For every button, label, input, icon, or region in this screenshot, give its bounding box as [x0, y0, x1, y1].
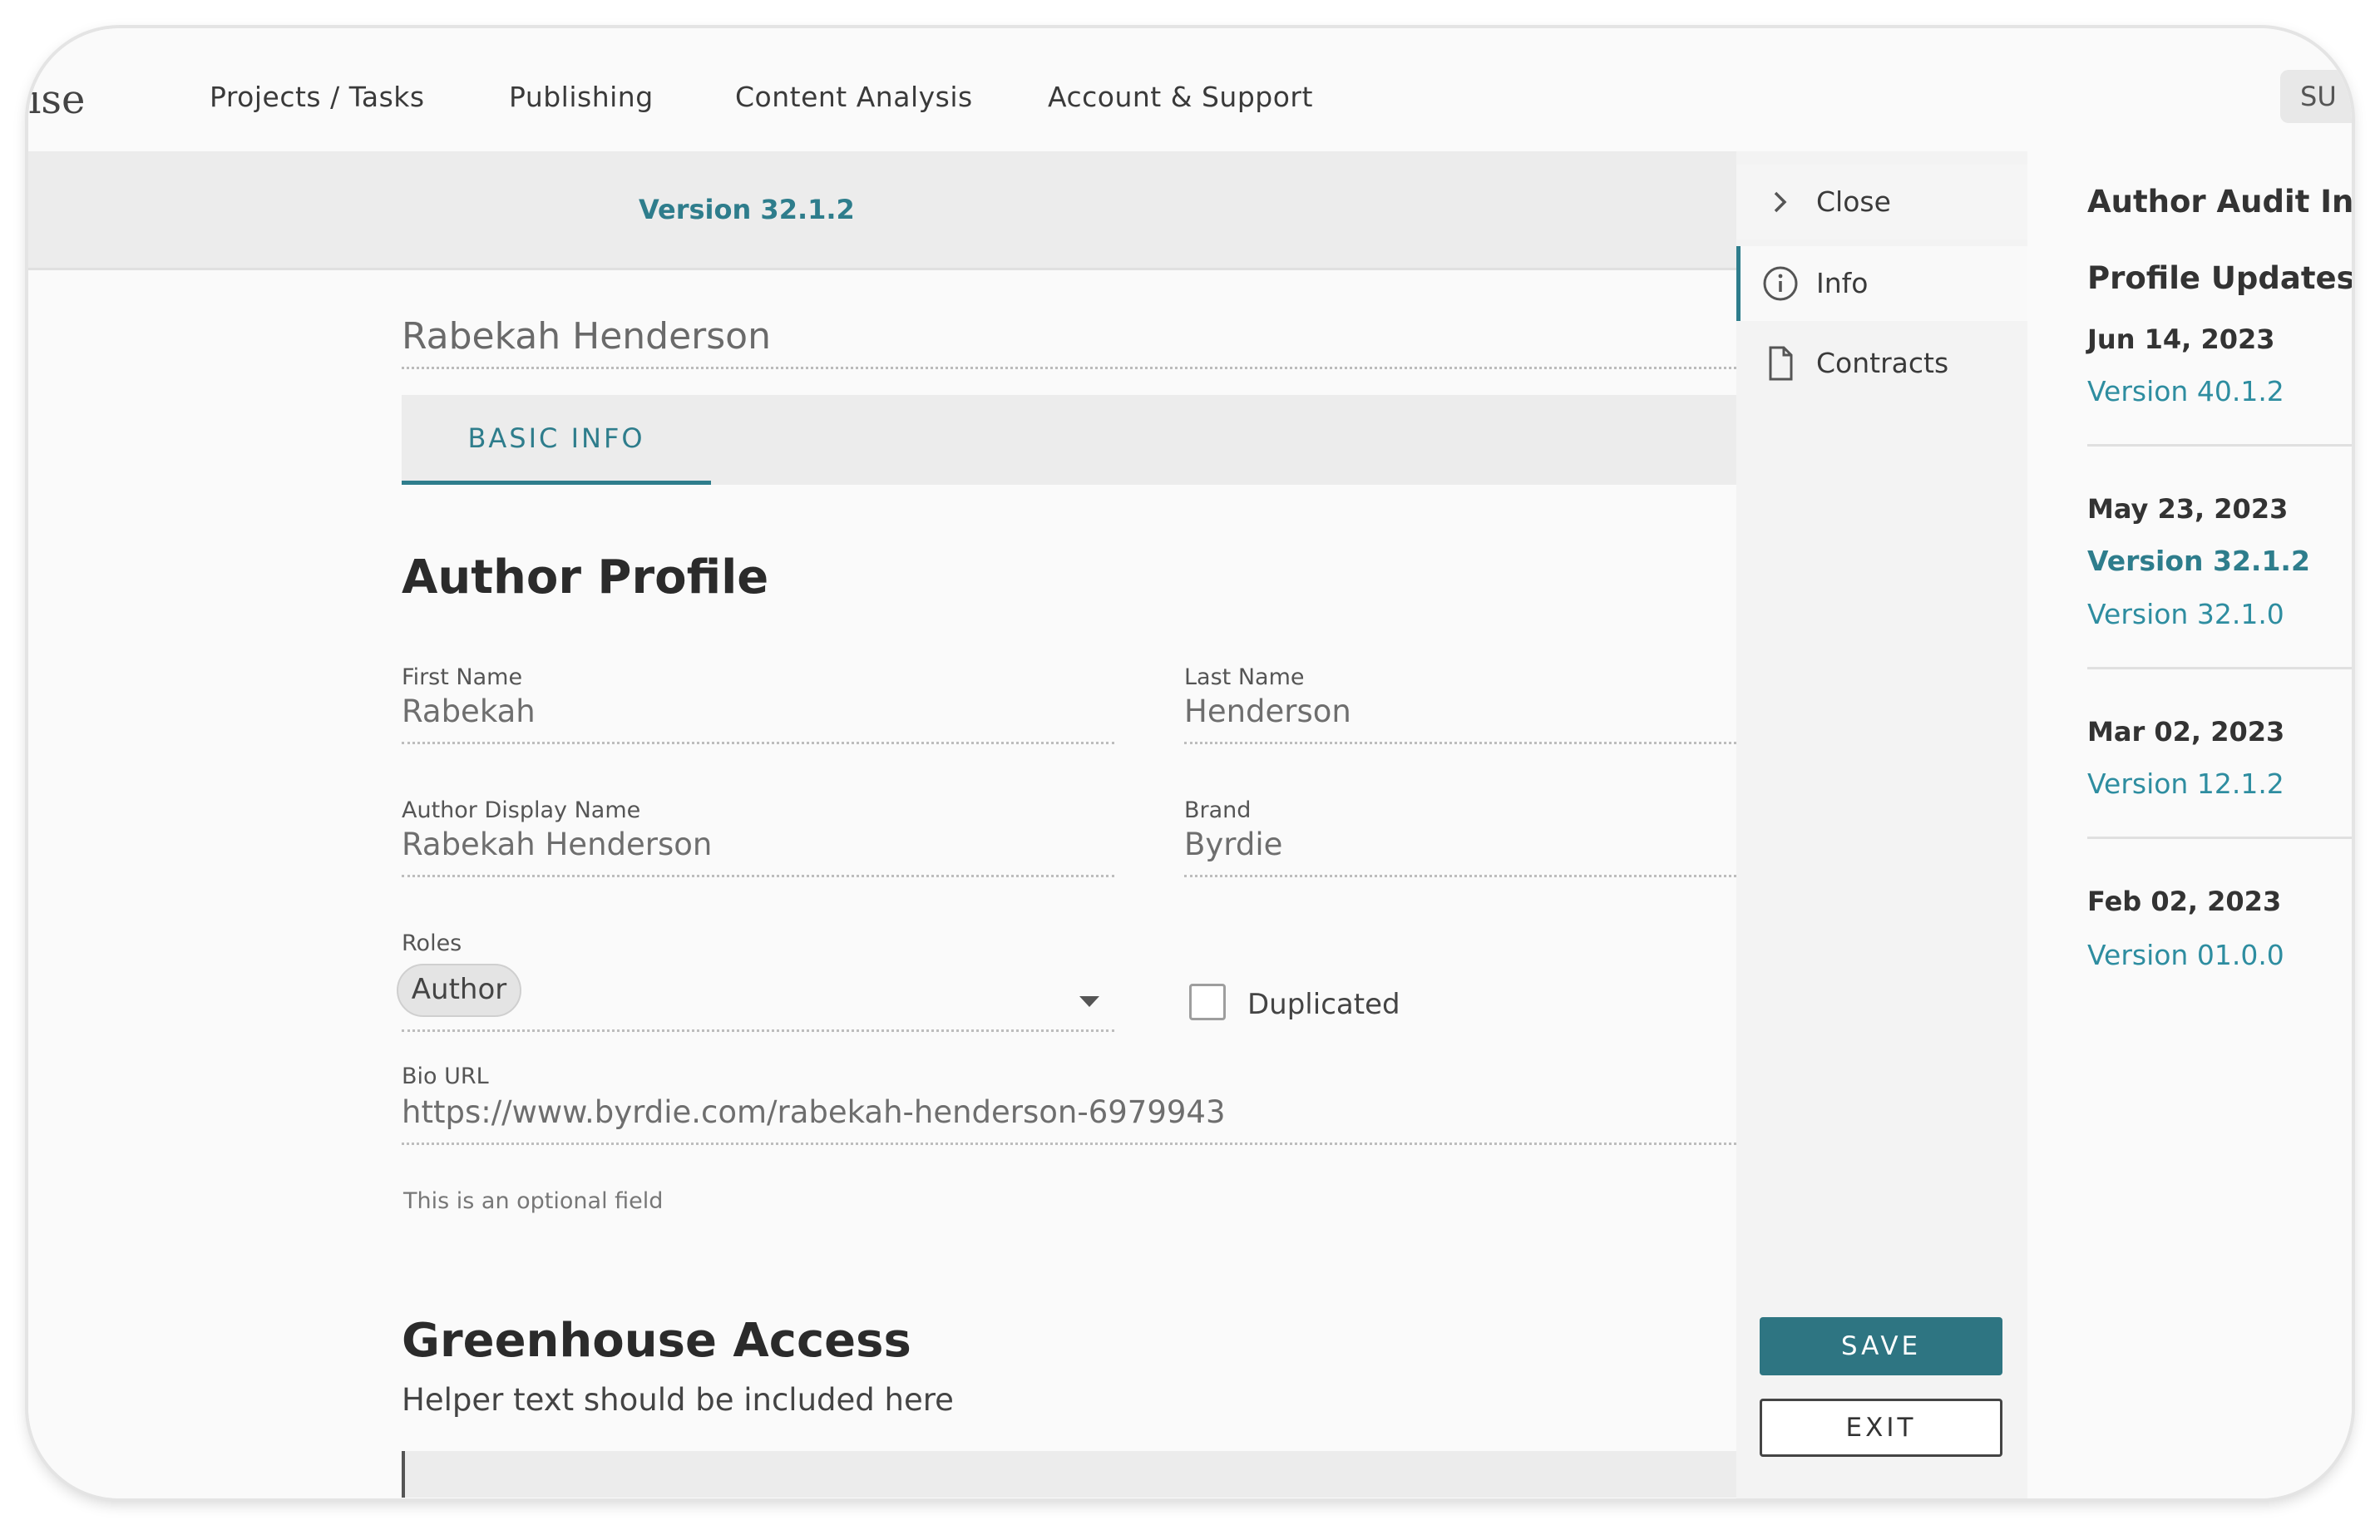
user-menu-button[interactable]: SU [2280, 70, 2352, 123]
top-navigation: ıse Projects / Tasks Publishing Content … [28, 28, 2352, 153]
audit-date: Feb 02, 2023 [2087, 886, 2282, 917]
nav-account-support[interactable]: Account & Support [1048, 83, 1313, 111]
audit-date: Jun 14, 2023 [2087, 323, 2275, 355]
info-nav-item[interactable]: Info [1736, 246, 2027, 321]
roles-select-underline [402, 1029, 1114, 1032]
save-button[interactable]: SAVE [1760, 1317, 2002, 1375]
roles-label: Roles [402, 930, 462, 956]
contracts-nav-item[interactable]: Contracts [1736, 326, 2027, 401]
nav-content-analysis[interactable]: Content Analysis [735, 83, 973, 111]
audit-divider [2087, 444, 2352, 447]
audit-title: Author Audit Info [2087, 184, 2352, 220]
author-profile-heading: Author Profile [402, 550, 769, 605]
chevron-right-icon [1774, 191, 1787, 213]
bio-url-label: Bio URL [402, 1064, 489, 1089]
duplicated-label: Duplicated [1247, 988, 1400, 1021]
duplicated-checkbox[interactable] [1189, 984, 1226, 1020]
chevron-down-icon[interactable] [1079, 996, 1099, 1007]
bio-url-field[interactable]: https://www.byrdie.com/rabekah-henderson… [402, 1097, 1736, 1145]
brand-logo[interactable]: ıse [28, 80, 85, 120]
audit-version-link[interactable]: Version 32.1.0 [2087, 600, 2284, 628]
audit-subtitle: Profile Updates [2087, 260, 2352, 296]
author-name-field[interactable]: Rabekah Henderson [402, 318, 1736, 369]
audit-version-link[interactable]: Version 40.1.2 [2087, 378, 2284, 405]
audit-version-link-current[interactable]: Version 32.1.2 [2087, 547, 2310, 575]
tab-bar: BASIC INFO [402, 395, 1736, 485]
first-name-label: First Name [402, 664, 523, 690]
nav-publishing[interactable]: Publishing [509, 83, 654, 111]
audit-date: May 23, 2023 [2087, 493, 2289, 525]
audit-divider [2087, 667, 2352, 669]
current-version: Version 32.1.2 [639, 194, 855, 225]
contracts-label: Contracts [1816, 347, 1949, 379]
greenhouse-helper: Helper text should be included here [402, 1382, 954, 1418]
audit-divider [2087, 837, 2352, 839]
greenhouse-input[interactable] [402, 1451, 1736, 1498]
display-name-label: Author Display Name [402, 797, 641, 823]
side-panel: Close Info Contracts [1736, 151, 2027, 1498]
info-icon [1763, 266, 1798, 301]
app-window: ıse Projects / Tasks Publishing Content … [28, 28, 2352, 1498]
tab-basic-info[interactable]: BASIC INFO [402, 395, 711, 485]
exit-button[interactable]: EXIT [1760, 1399, 2002, 1457]
brand-label: Brand [1184, 797, 1252, 823]
close-label: Close [1816, 185, 1891, 218]
audit-date: Mar 02, 2023 [2087, 716, 2285, 748]
greenhouse-heading: Greenhouse Access [402, 1314, 911, 1368]
audit-version-link[interactable]: Version 01.0.0 [2087, 941, 2284, 969]
audit-version-link[interactable]: Version 12.1.2 [2087, 770, 2284, 797]
brand-field[interactable]: Byrdie [1184, 829, 1736, 877]
document-icon [1769, 346, 1793, 381]
nav-projects-tasks[interactable]: Projects / Tasks [210, 83, 425, 111]
bio-url-helper: This is an optional field [403, 1188, 664, 1214]
display-name-field[interactable]: Rabekah Henderson [402, 829, 1114, 877]
info-label: Info [1816, 267, 1869, 299]
last-name-label: Last Name [1184, 664, 1305, 690]
role-chip-author[interactable]: Author [397, 964, 521, 1017]
audit-panel: Author Audit Info Profile Updates Jun 14… [2027, 151, 2352, 1498]
version-bar: Version 32.1.2 [28, 151, 1736, 270]
main-content: Rabekah Henderson BASIC INFO Author Prof… [28, 270, 1736, 1498]
close-panel-button[interactable]: Close [1736, 165, 2027, 239]
first-name-field[interactable]: Rabekah [402, 696, 1114, 744]
last-name-field[interactable]: Henderson [1184, 696, 1736, 744]
